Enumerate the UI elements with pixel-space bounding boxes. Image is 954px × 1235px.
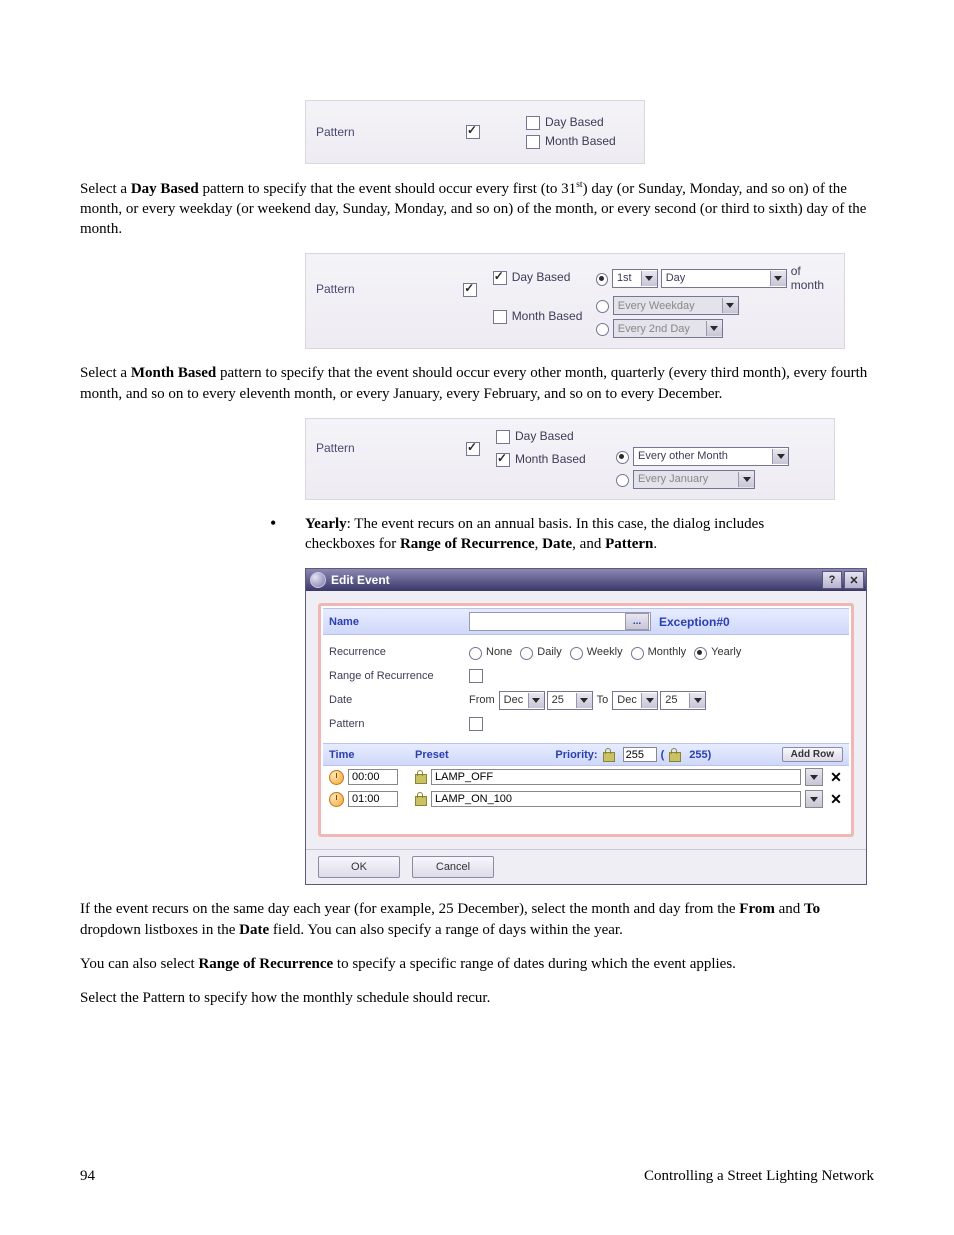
day-based-option[interactable]: Day Based [526,115,616,130]
pattern-panel-day-based: Pattern Day Based Month Based 1st Day of… [305,253,845,349]
rec-yearly[interactable]: Yearly [694,646,741,659]
rec-none[interactable]: None [469,646,512,659]
page-footer: 94 Controlling a Street Lighting Network [80,1168,874,1185]
every-weekday-select[interactable]: Every Weekday [613,296,739,315]
lock-icon [414,792,426,806]
name-value: Exception#0 [659,615,730,629]
month-based-option[interactable]: Month Based [526,134,616,149]
month-based-option[interactable]: Month Based [496,452,616,467]
bullet-yearly: • Yearly: The event recurs on an annual … [270,514,874,555]
rec-monthly[interactable]: Monthly [631,646,687,659]
month-based-option[interactable]: Month Based [493,309,596,324]
to-month-select[interactable]: Dec [612,691,658,710]
pattern-label: Pattern [316,429,466,455]
every-weekday-option[interactable]: Every Weekday [596,296,834,315]
rec-weekly[interactable]: Weekly [570,646,623,659]
clock-icon [329,792,344,807]
app-icon [310,572,326,588]
radio-icon [616,451,629,464]
day-based-option[interactable]: Day Based [496,429,616,444]
pattern-enable-checkbox[interactable] [466,125,480,139]
pattern-label: Pattern [316,125,466,139]
range-row: Range of Recurrence [329,665,843,687]
preset-dropdown[interactable] [805,768,823,786]
radio-icon [596,273,608,286]
lock-icon [414,770,426,784]
pattern-enable-checkbox[interactable] [463,283,477,297]
edit-event-dialog: Edit Event ? ✕ Name ... Exception#0 Recu… [305,568,867,885]
month-name-select[interactable]: Every January [633,470,755,489]
para-day-based: Select a Day Based pattern to specify th… [80,178,874,240]
para-range-rec: You can also select Range of Recurrence … [80,954,874,974]
time-section-header: Time Preset Priority: ( 255) Add Row [323,743,849,766]
delete-row-button[interactable]: ✕ [829,770,843,784]
lock-icon [668,748,680,762]
name-field[interactable]: ... [469,612,651,631]
dialog-title: Edit Event [331,573,390,587]
lock-icon [602,748,614,762]
time-row: ✕ [323,788,849,810]
nth-day-option[interactable]: 1st Day of month [596,264,834,292]
time-row: ✕ [323,766,849,788]
browse-button[interactable]: ... [625,613,649,630]
day-select[interactable]: Day [661,269,787,288]
footer-title: Controlling a Street Lighting Network [140,1168,874,1185]
rec-daily[interactable]: Daily [520,646,561,659]
pattern-checkbox[interactable] [469,717,483,731]
preset-input[interactable] [431,769,801,785]
from-day-select[interactable]: 25 [547,691,593,710]
pattern-panel-simple: Pattern Day Based Month Based [305,100,645,164]
pattern-panel-month-based: Pattern Day Based Month Based Every othe… [305,418,835,500]
recurrence-row: Recurrence None Daily Weekly Monthly Yea… [329,641,843,663]
radio-icon [616,474,629,487]
date-row: Date From Dec 25 To Dec 25 [329,689,843,711]
radio-icon [596,300,609,313]
every-january-option[interactable]: Every January [616,470,789,489]
pattern-row: Pattern [329,713,843,735]
dialog-footer: OK Cancel [306,849,866,884]
preset-dropdown[interactable] [805,790,823,808]
ok-button[interactable]: OK [318,856,400,878]
day-based-option[interactable]: Day Based [493,270,596,285]
pattern-enable-checkbox[interactable] [466,442,480,456]
range-checkbox[interactable] [469,669,483,683]
time-input[interactable] [348,769,398,785]
radio-icon [596,323,609,336]
delete-row-button[interactable]: ✕ [829,792,843,806]
close-button[interactable]: ✕ [844,571,864,589]
priority-input[interactable] [623,747,657,762]
pattern-label: Pattern [316,264,463,296]
para-month-based: Select a Month Based pattern to specify … [80,363,874,404]
name-section-header: Name ... Exception#0 [323,608,849,635]
every-nth-day-option[interactable]: Every 2nd Day [596,319,834,338]
every-nth-day-select[interactable]: Every 2nd Day [613,319,723,338]
time-input[interactable] [348,791,398,807]
clock-icon [329,770,344,785]
para-pattern: Select the Pattern to specify how the mo… [80,988,874,1008]
page-number: 94 [80,1168,140,1185]
nth-select[interactable]: 1st [612,269,658,288]
help-button[interactable]: ? [822,571,842,589]
cancel-button[interactable]: Cancel [412,856,494,878]
add-row-button[interactable]: Add Row [782,747,843,762]
to-day-select[interactable]: 25 [660,691,706,710]
month-freq-select[interactable]: Every other Month [633,447,789,466]
from-month-select[interactable]: Dec [499,691,545,710]
preset-input[interactable] [431,791,801,807]
titlebar: Edit Event ? ✕ [306,569,866,591]
every-other-month-option[interactable]: Every other Month [616,447,789,466]
para-same-day: If the event recurs on the same day each… [80,899,874,940]
